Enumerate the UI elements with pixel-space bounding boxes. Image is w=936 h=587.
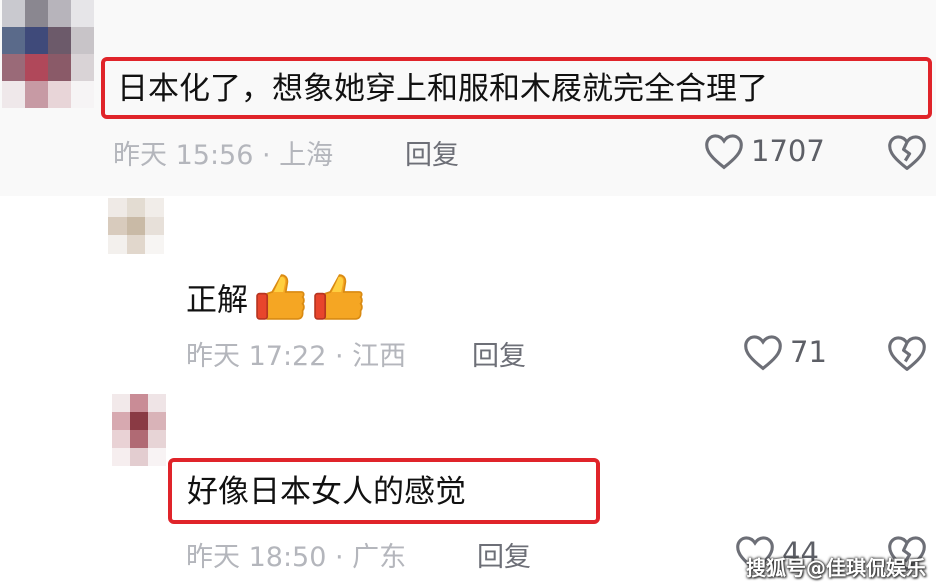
reply-button[interactable]: 回复 (405, 133, 459, 172)
comment-meta: 昨天 15:56 · 上海 (113, 140, 334, 171)
dislike-button[interactable] (886, 334, 928, 376)
broken-heart-icon (888, 336, 926, 371)
watermark: 搜狐号@佳琪侃娱乐 (746, 556, 926, 580)
like-button[interactable]: 71 (742, 333, 827, 371)
thumbs-up-icon (310, 270, 364, 334)
dislike-button[interactable] (886, 133, 928, 175)
heart-icon (744, 335, 782, 371)
like-button[interactable]: 1707 (703, 132, 825, 170)
comment-text: 日本化了，想象她穿上和服和木屐就完全合理了 (117, 71, 768, 107)
avatar[interactable] (112, 394, 166, 466)
avatar[interactable] (108, 198, 164, 254)
comment-text: 正解 (186, 270, 364, 334)
reply-button[interactable]: 回复 (472, 334, 526, 373)
thumbs-up-icon (252, 270, 306, 334)
comment-meta: 昨天 17:22 · 江西 (186, 341, 407, 372)
comment-text-content: 正解 (186, 282, 248, 319)
heart-icon (705, 134, 743, 170)
like-count: 1707 (751, 134, 825, 168)
like-count: 71 (790, 335, 827, 369)
comment-meta: 昨天 18:50 · 广东 (186, 542, 407, 573)
comment-text: 好像日本女人的感觉 (187, 474, 466, 510)
reply-button[interactable]: 回复 (477, 535, 531, 574)
avatar[interactable] (2, 0, 94, 108)
broken-heart-icon (888, 135, 926, 170)
